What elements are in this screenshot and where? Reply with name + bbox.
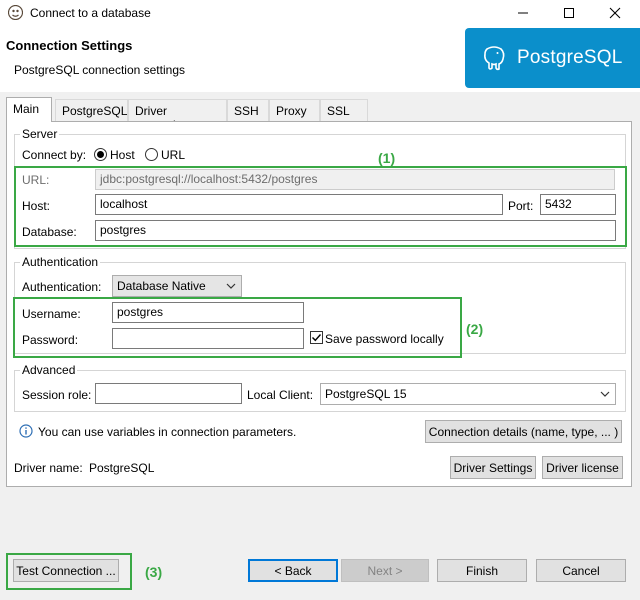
authentication-group-label: Authentication [20,255,101,269]
advanced-group-label: Advanced [20,363,78,377]
session-role-label: Session role: [22,388,92,402]
driver-name-label: Driver name: [14,461,83,475]
driver-license-button[interactable]: Driver license [542,456,623,479]
next-button[interactable]: Next > [341,559,429,582]
authentication-select[interactable]: Database Native [112,275,242,297]
connect-by-label: Connect by: [22,148,87,162]
host-radio[interactable] [94,148,107,161]
url-radio[interactable] [145,148,158,161]
logo-text: PostgreSQL [517,47,623,68]
tab-main[interactable]: Main [6,97,52,122]
back-button[interactable]: < Back [248,559,338,582]
postgresql-logo: PostgreSQL [465,28,640,88]
maximize-icon[interactable] [546,0,592,26]
annotation-label-3: (3) [145,564,163,580]
window-title: Connect to a database [30,6,151,20]
radio-selected-dot [97,151,104,158]
page-title: Connection Settings [6,38,133,53]
local-client-label: Local Client: [247,388,314,402]
tab-ssl[interactable]: SSL [320,99,368,121]
info-icon [19,424,33,441]
close-icon[interactable] [592,0,638,26]
page-subtitle: PostgreSQL connection settings [14,63,185,77]
chevron-down-icon [226,283,236,289]
connection-details-button[interactable]: Connection details (name, type, ... ) [425,420,622,443]
authentication-label: Authentication: [22,280,102,294]
tab-proxy[interactable]: Proxy [269,99,320,121]
local-client-select-value: PostgreSQL 15 [325,387,407,401]
url-radio-label[interactable]: URL [161,148,185,162]
highlight-box-2 [13,297,462,358]
minimize-icon[interactable] [500,0,546,26]
driver-settings-button[interactable]: Driver Settings [450,456,536,479]
annotation-label-2: (2) [466,321,484,337]
authentication-select-value: Database Native [117,279,206,293]
server-group-label: Server [20,127,60,141]
driver-name-value: PostgreSQL [89,461,155,475]
local-client-select[interactable]: PostgreSQL 15 [320,383,616,405]
tab-postgresql[interactable]: PostgreSQL [55,99,128,121]
host-radio-label[interactable]: Host [110,148,135,162]
finish-button[interactable]: Finish [437,559,527,582]
elephant-icon [484,46,505,71]
tab-driver-properties[interactable]: Driver properties [128,99,227,132]
chevron-down-icon [600,391,610,397]
tab-ssh[interactable]: SSH [227,99,269,121]
highlight-box-1 [14,166,627,247]
info-text: You can use variables in connection para… [38,425,297,439]
highlight-box-3 [6,553,132,590]
dbeaver-app-icon [7,4,24,21]
session-role-field[interactable] [95,383,242,404]
cancel-button[interactable]: Cancel [536,559,626,582]
annotation-label-1: (1) [378,150,396,166]
